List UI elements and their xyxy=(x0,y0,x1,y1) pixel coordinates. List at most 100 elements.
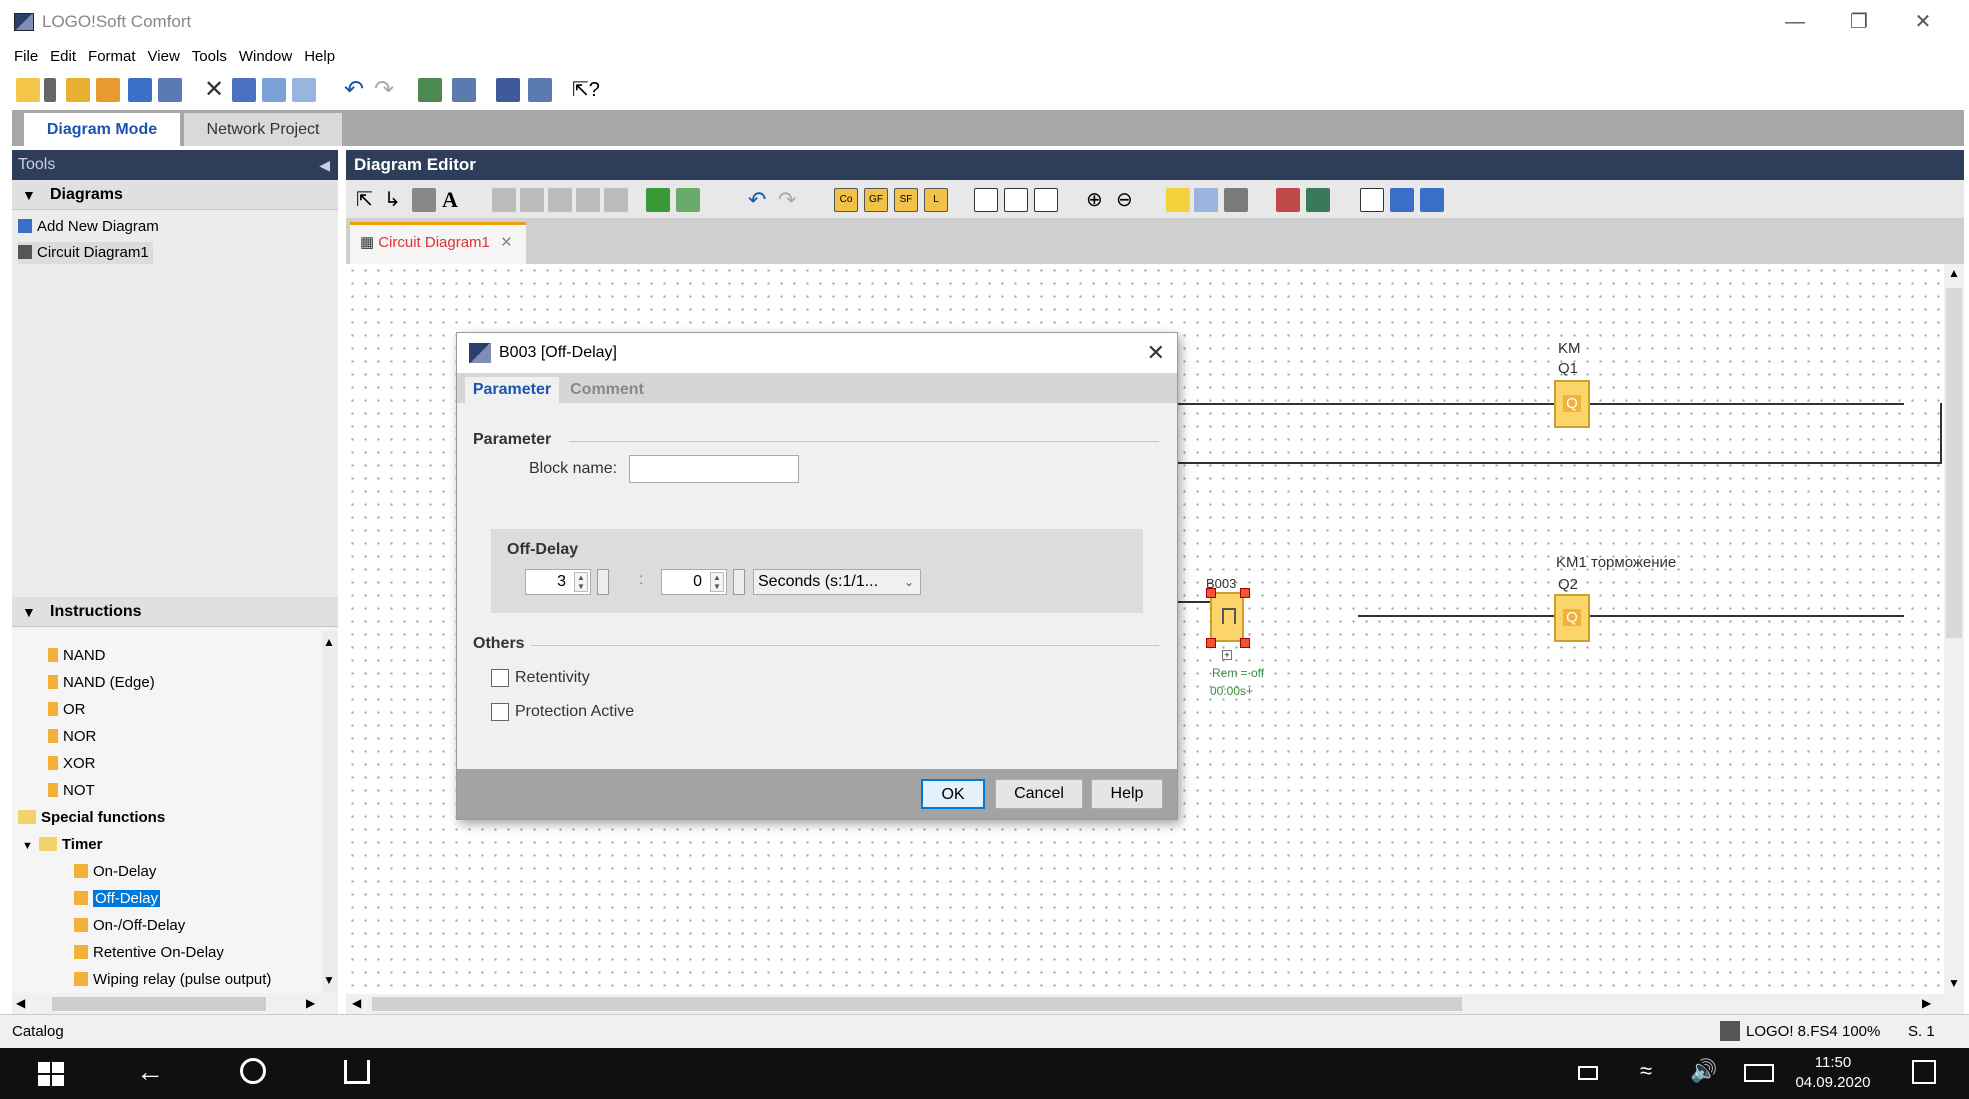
delete-icon[interactable]: ✕ xyxy=(202,78,226,102)
list-item-retentive-on-delay[interactable]: Retentive On-Delay xyxy=(74,942,224,964)
minimize-icon[interactable]: — xyxy=(1772,8,1818,36)
scroll-thumb[interactable] xyxy=(372,997,1462,1011)
co-block-icon[interactable]: Co xyxy=(834,188,858,212)
menu-window[interactable]: Window xyxy=(233,44,298,70)
save-icon[interactable] xyxy=(128,78,152,102)
output-block-q1[interactable]: Q xyxy=(1554,380,1590,428)
list-item-not[interactable]: NOT xyxy=(48,780,95,802)
input-icon[interactable] xyxy=(1390,188,1414,212)
triple-view-icon[interactable] xyxy=(1034,188,1058,212)
output-icon[interactable] xyxy=(1420,188,1444,212)
context-help-icon[interactable]: ⇱? xyxy=(572,78,600,102)
diagram-item-circuit-diagram1[interactable]: Circuit Diagram1 xyxy=(18,242,153,264)
restore-icon[interactable]: ❐ xyxy=(1836,8,1882,36)
search-icon[interactable] xyxy=(240,1058,266,1084)
menu-format[interactable]: Format xyxy=(82,44,142,70)
cancel-button[interactable]: Cancel xyxy=(995,779,1083,809)
canvas-horizontal-scrollbar[interactable]: ◀ ▶ xyxy=(346,994,1964,1014)
wifi-icon[interactable]: ≈ xyxy=(1640,1058,1652,1084)
list-item-or[interactable]: OR xyxy=(48,699,86,721)
select-tool-icon[interactable]: ⇱ xyxy=(356,188,380,212)
help-button[interactable]: Help xyxy=(1091,779,1163,809)
cross-reference-icon[interactable] xyxy=(1276,188,1300,212)
distribute-icon[interactable] xyxy=(576,188,600,212)
tab-circuit-diagram1[interactable]: ▦ Circuit Diagram1 ✕ xyxy=(350,222,526,264)
transfer-pc-logo-icon[interactable] xyxy=(418,78,442,102)
single-view-icon[interactable] xyxy=(974,188,998,212)
simulation-icon[interactable] xyxy=(496,78,520,102)
clock-date[interactable]: 04.09.2020 xyxy=(1792,1074,1874,1091)
spinner-arrows-icon[interactable]: ▲ ▼ xyxy=(574,572,588,592)
scroll-right-icon[interactable]: ▶ xyxy=(306,996,315,1010)
zoom-out-icon[interactable]: ⊖ xyxy=(1116,188,1140,212)
transfer-logo-pc-icon[interactable] xyxy=(452,78,476,102)
selection-handle[interactable] xyxy=(1240,588,1250,598)
online-icon[interactable] xyxy=(1306,188,1330,212)
protection-active-checkbox[interactable] xyxy=(491,703,509,721)
new-icon[interactable] xyxy=(16,78,40,102)
align-center-icon[interactable] xyxy=(520,188,544,212)
off-delay-block-b003[interactable] xyxy=(1210,592,1244,642)
paste-icon[interactable] xyxy=(292,78,316,102)
tree-folder-timer[interactable]: ▼ Timer xyxy=(22,834,102,856)
spinner-arrows-icon[interactable]: ▲ ▼ xyxy=(710,572,724,592)
retentivity-checkbox[interactable] xyxy=(491,669,509,687)
open-project-icon[interactable] xyxy=(96,78,120,102)
diagrams-section-header[interactable]: ▼ Diagrams xyxy=(12,180,338,210)
undo-icon[interactable]: ↶ xyxy=(342,78,366,102)
menu-help[interactable]: Help xyxy=(298,44,341,70)
block-properties-icon[interactable] xyxy=(1224,188,1248,212)
copy-icon[interactable] xyxy=(262,78,286,102)
scroll-down-icon[interactable]: ▼ xyxy=(323,973,335,987)
scroll-thumb[interactable] xyxy=(1946,288,1962,638)
online-test-icon[interactable] xyxy=(528,78,552,102)
sf-block-icon[interactable]: SF xyxy=(894,188,918,212)
parameter-reference-button[interactable] xyxy=(597,569,609,595)
battery-icon[interactable] xyxy=(1578,1066,1598,1080)
selection-handle[interactable] xyxy=(1206,638,1216,648)
selection-handle[interactable] xyxy=(1240,638,1250,648)
list-item-nor[interactable]: NOR xyxy=(48,726,96,748)
list-item-on-delay[interactable]: On-Delay xyxy=(74,861,156,883)
scroll-thumb[interactable] xyxy=(52,997,266,1011)
tools-horizontal-scrollbar[interactable]: ◀ ▶ xyxy=(12,994,338,1014)
zoom-in-icon[interactable]: ⊕ xyxy=(1086,188,1110,212)
grid-icon[interactable] xyxy=(1194,188,1218,212)
time-unit-select[interactable]: Seconds (s:1/1... ⌄ xyxy=(753,569,921,595)
collapse-panel-icon[interactable]: ◀ xyxy=(319,150,330,180)
canvas-vertical-scrollbar[interactable]: ▲ ▼ xyxy=(1944,264,1964,994)
back-icon[interactable]: ← xyxy=(136,1056,164,1088)
output-block-q2[interactable]: Q xyxy=(1554,594,1590,642)
selection-handle[interactable] xyxy=(1206,588,1216,598)
redo-icon[interactable]: ↷ xyxy=(372,78,396,102)
scroll-up-icon[interactable]: ▲ xyxy=(1948,266,1960,280)
open-icon[interactable] xyxy=(66,78,90,102)
scroll-left-icon[interactable]: ◀ xyxy=(352,996,361,1010)
signal-icon[interactable] xyxy=(1360,188,1384,212)
instructions-scrollbar[interactable]: ▲ ▼ xyxy=(322,631,338,993)
instructions-section-header[interactable]: ▼ Instructions xyxy=(12,597,338,627)
list-item-nand[interactable]: NAND xyxy=(48,645,106,667)
start-icon[interactable] xyxy=(38,1062,64,1086)
time-value-1-spinner[interactable]: 3 ▲ ▼ xyxy=(525,569,591,595)
expand-block-icon[interactable]: + xyxy=(1222,650,1232,660)
menu-view[interactable]: View xyxy=(142,44,186,70)
tab-parameter[interactable]: Parameter xyxy=(465,377,559,403)
scroll-left-icon[interactable]: ◀ xyxy=(16,996,25,1010)
parameter-reference-button[interactable] xyxy=(733,569,745,595)
editor-redo-icon[interactable]: ↷ xyxy=(778,188,802,212)
list-item-nand-edge[interactable]: NAND (Edge) xyxy=(48,672,155,694)
split-view-icon[interactable] xyxy=(1004,188,1028,212)
keyboard-icon[interactable] xyxy=(1744,1064,1774,1082)
list-item-off-delay[interactable]: Off-Delay xyxy=(74,888,161,910)
block-name-input[interactable] xyxy=(629,455,799,483)
print-icon[interactable] xyxy=(158,78,182,102)
new-dropdown-icon[interactable] xyxy=(44,78,56,102)
menu-edit[interactable]: Edit xyxy=(44,44,82,70)
align-right-icon[interactable] xyxy=(548,188,572,212)
volume-icon[interactable]: 🔊 xyxy=(1690,1058,1717,1084)
list-item-xor[interactable]: XOR xyxy=(48,753,96,775)
list-item-wiping-relay[interactable]: Wiping relay (pulse output) xyxy=(74,969,271,991)
gf-block-icon[interactable]: GF xyxy=(864,188,888,212)
task-view-icon[interactable] xyxy=(344,1060,370,1084)
